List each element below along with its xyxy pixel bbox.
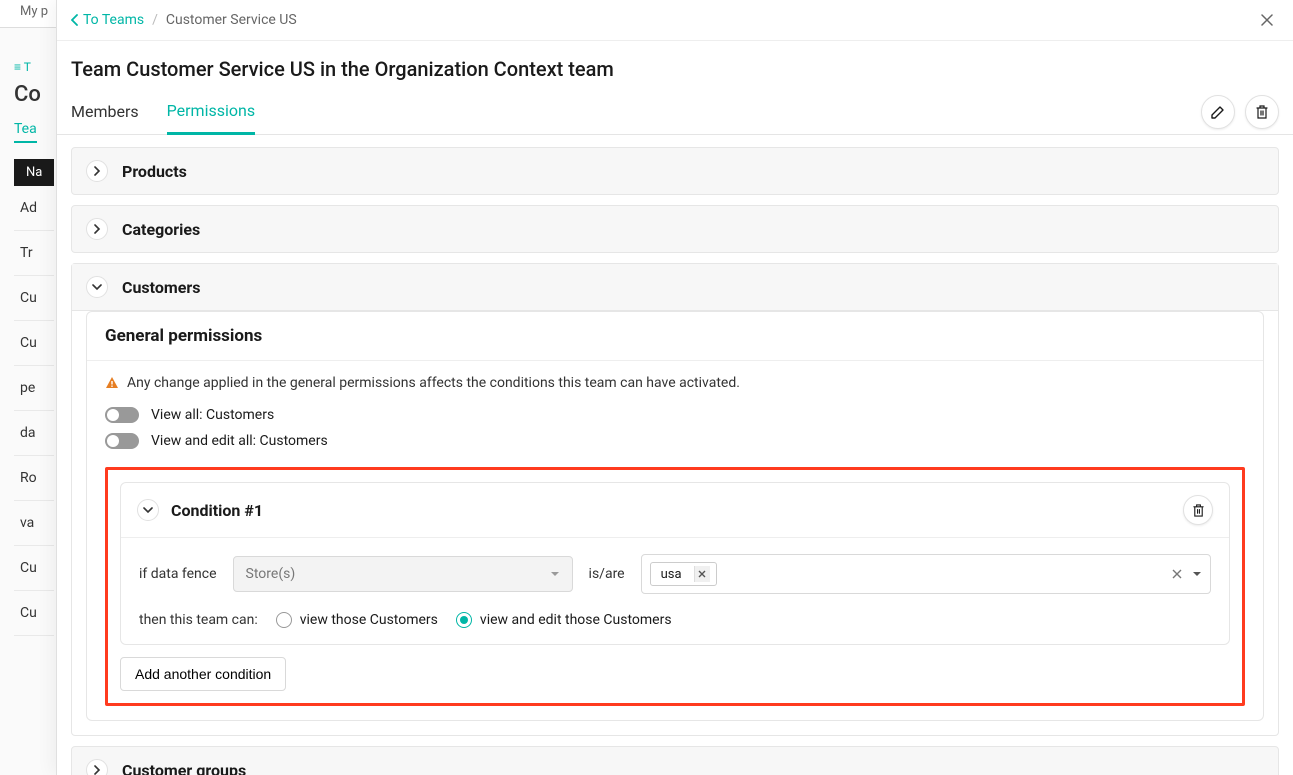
is-are-label: is/are bbox=[589, 566, 625, 582]
warning-text: Any change applied in the general permis… bbox=[127, 375, 740, 391]
accordion-customers-label: Customers bbox=[122, 278, 200, 297]
bg-sidebar: ≡ T Co Tea Na Ad Tr Cu Cu pe da Ro va Cu… bbox=[14, 60, 54, 636]
tab-row: Members Permissions bbox=[57, 89, 1293, 135]
chevron-right-icon bbox=[86, 759, 108, 775]
bg-profile-label: My p bbox=[20, 4, 48, 19]
if-data-fence-label: if data fence bbox=[139, 566, 217, 582]
tab-members[interactable]: Members bbox=[71, 90, 139, 133]
chevron-down-icon bbox=[550, 570, 560, 578]
accordion-products-header[interactable]: Products bbox=[72, 148, 1278, 194]
accordion-products-label: Products bbox=[122, 162, 187, 181]
breadcrumb: To Teams / Customer Service US bbox=[57, 0, 1293, 41]
trash-icon bbox=[1192, 503, 1205, 518]
condition-card: Condition #1 if data fence bbox=[120, 482, 1230, 645]
radio-view-edit[interactable] bbox=[456, 612, 472, 628]
chevron-right-icon bbox=[86, 160, 108, 182]
chevron-down-icon bbox=[137, 499, 159, 521]
accordion-customer-groups-header[interactable]: Customer groups bbox=[72, 747, 1278, 775]
close-icon bbox=[1172, 569, 1182, 579]
clear-tags-button[interactable] bbox=[1172, 569, 1182, 579]
toggle-view-all-row: View all: Customers bbox=[105, 407, 1245, 423]
team-detail-panel: To Teams / Customer Service US Team Cust… bbox=[56, 0, 1293, 775]
breadcrumb-back-link[interactable]: To Teams bbox=[71, 12, 144, 28]
delete-condition-button[interactable] bbox=[1183, 495, 1213, 525]
general-permissions-heading: General permissions bbox=[87, 312, 1263, 361]
accordion-categories: Categories bbox=[71, 205, 1279, 253]
edit-button[interactable] bbox=[1201, 95, 1235, 129]
then-label: then this team can: bbox=[139, 612, 258, 628]
toggle-view-edit-all-row: View and edit all: Customers bbox=[105, 433, 1245, 449]
accordion-categories-label: Categories bbox=[122, 220, 200, 239]
data-fence-select-value: Store(s) bbox=[246, 566, 296, 582]
panel-body: Products Categories Customers Ge bbox=[57, 135, 1293, 775]
toggle-view-all-label: View all: Customers bbox=[151, 407, 274, 423]
pencil-icon bbox=[1210, 104, 1226, 120]
warning-row: Any change applied in the general permis… bbox=[105, 375, 1245, 391]
stores-tag-input[interactable]: usa bbox=[641, 554, 1211, 594]
add-condition-label: Add another condition bbox=[135, 666, 271, 682]
chevron-right-icon bbox=[86, 218, 108, 240]
general-permissions-card: General permissions Any change applied i… bbox=[86, 311, 1264, 721]
condition-if-row: if data fence Store(s) is/are bbox=[139, 554, 1211, 594]
store-tag: usa bbox=[650, 562, 717, 586]
tab-permissions[interactable]: Permissions bbox=[167, 89, 255, 135]
toggle-view-all[interactable] bbox=[105, 407, 139, 423]
conditions-highlight: Condition #1 if data fence bbox=[105, 467, 1245, 706]
chevron-down-icon bbox=[86, 276, 108, 298]
breadcrumb-separator: / bbox=[152, 12, 158, 28]
close-panel-button[interactable] bbox=[1255, 8, 1279, 32]
toggle-view-edit-all[interactable] bbox=[105, 433, 139, 449]
accordion-customers: Customers General permissions Any change… bbox=[71, 263, 1279, 736]
close-icon bbox=[1260, 13, 1274, 27]
remove-tag-button[interactable] bbox=[694, 566, 710, 582]
chevron-left-icon bbox=[71, 14, 79, 26]
radio-view-option[interactable]: view those Customers bbox=[276, 612, 438, 628]
accordion-customer-groups: Customer groups bbox=[71, 746, 1279, 775]
data-fence-select[interactable]: Store(s) bbox=[233, 556, 573, 592]
close-icon bbox=[698, 570, 706, 578]
open-tags-dropdown[interactable] bbox=[1192, 570, 1202, 578]
condition-header[interactable]: Condition #1 bbox=[121, 483, 1229, 538]
accordion-products: Products bbox=[71, 147, 1279, 195]
warning-icon bbox=[105, 376, 119, 390]
radio-view-label: view those Customers bbox=[300, 612, 438, 628]
radio-view-edit-label: view and edit those Customers bbox=[480, 612, 672, 628]
breadcrumb-back-label: To Teams bbox=[83, 12, 144, 28]
breadcrumb-current: Customer Service US bbox=[166, 12, 297, 28]
accordion-categories-header[interactable]: Categories bbox=[72, 206, 1278, 252]
store-tag-label: usa bbox=[661, 567, 682, 582]
chevron-down-icon bbox=[1192, 570, 1202, 578]
condition-title: Condition #1 bbox=[171, 501, 263, 520]
page-title: Team Customer Service US in the Organiza… bbox=[57, 41, 1293, 89]
trash-icon bbox=[1255, 104, 1269, 120]
add-condition-button[interactable]: Add another condition bbox=[120, 657, 286, 691]
radio-view[interactable] bbox=[276, 612, 292, 628]
accordion-customers-header[interactable]: Customers bbox=[72, 264, 1278, 311]
toggle-view-edit-all-label: View and edit all: Customers bbox=[151, 433, 328, 449]
delete-button[interactable] bbox=[1245, 95, 1279, 129]
radio-view-edit-option[interactable]: view and edit those Customers bbox=[456, 612, 672, 628]
accordion-customer-groups-label: Customer groups bbox=[122, 761, 246, 775]
condition-then-row: then this team can: view those Customers… bbox=[139, 612, 1211, 628]
